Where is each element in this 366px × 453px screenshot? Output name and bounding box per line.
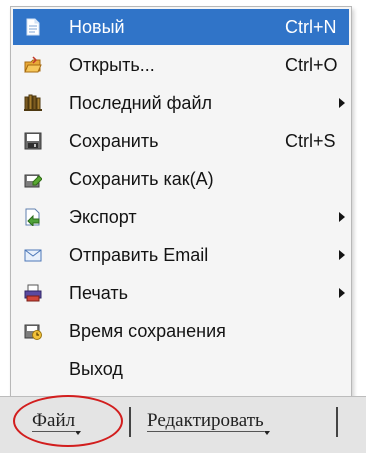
menu-item-label: Новый bbox=[69, 17, 125, 37]
menu-item-label: Экспорт bbox=[69, 207, 137, 227]
shortcut-label: Ctrl+O bbox=[285, 55, 338, 75]
menu-item-open[interactable]: Открыть... Ctrl+O bbox=[13, 47, 349, 83]
shortcut-label: Ctrl+N bbox=[285, 17, 337, 37]
menu-item-label: Выход bbox=[69, 359, 123, 379]
save-as-icon bbox=[24, 170, 42, 188]
menubar-separator bbox=[336, 407, 338, 437]
open-folder-icon bbox=[24, 56, 42, 74]
menu-item-export[interactable]: Экспорт bbox=[13, 199, 349, 235]
menu-item-print[interactable]: Печать bbox=[13, 275, 349, 311]
menu-item-label: Сохранить bbox=[69, 131, 159, 151]
submenu-arrow-icon bbox=[339, 212, 345, 222]
menu-item-label: Сохранить как(A) bbox=[69, 169, 214, 189]
autosave-clock-icon bbox=[24, 322, 42, 340]
file-menu: Новый Ctrl+N Открыть... Ctrl+O Последний… bbox=[10, 6, 352, 398]
submenu-arrow-icon bbox=[339, 250, 345, 260]
menu-item-exit[interactable]: Выход bbox=[13, 351, 349, 387]
menu-item-label: Время сохранения bbox=[69, 321, 226, 341]
recent-files-icon bbox=[24, 94, 42, 112]
menu-item-save[interactable]: Сохранить Ctrl+S bbox=[13, 123, 349, 159]
menu-item-recent-file[interactable]: Последний файл bbox=[13, 85, 349, 121]
email-icon bbox=[24, 246, 42, 264]
new-document-icon bbox=[24, 18, 42, 36]
highlight-circle bbox=[13, 395, 123, 447]
print-icon bbox=[24, 284, 42, 302]
menu-item-label: Открыть... bbox=[69, 55, 155, 75]
submenu-arrow-icon bbox=[339, 98, 345, 108]
menu-item-send-email[interactable]: Отправить Email bbox=[13, 237, 349, 273]
menu-item-save-time[interactable]: Время сохранения bbox=[13, 313, 349, 349]
menubar-separator bbox=[129, 407, 131, 437]
export-icon bbox=[24, 208, 42, 226]
menu-item-label: Отправить Email bbox=[69, 245, 209, 265]
menu-item-save-as[interactable]: Сохранить как(A) bbox=[13, 161, 349, 197]
submenu-arrow-icon bbox=[339, 288, 345, 298]
menu-item-label: Печать bbox=[69, 283, 128, 303]
menu-item-label: Последний файл bbox=[69, 93, 212, 113]
menubar-edit-label: Редактировать bbox=[147, 410, 264, 431]
menu-item-new[interactable]: Новый Ctrl+N bbox=[13, 9, 349, 45]
menubar-edit[interactable]: Редактировать bbox=[147, 410, 270, 435]
shortcut-label: Ctrl+S bbox=[285, 131, 336, 151]
dropdown-arrow-icon bbox=[263, 431, 270, 435]
save-icon bbox=[24, 132, 42, 150]
